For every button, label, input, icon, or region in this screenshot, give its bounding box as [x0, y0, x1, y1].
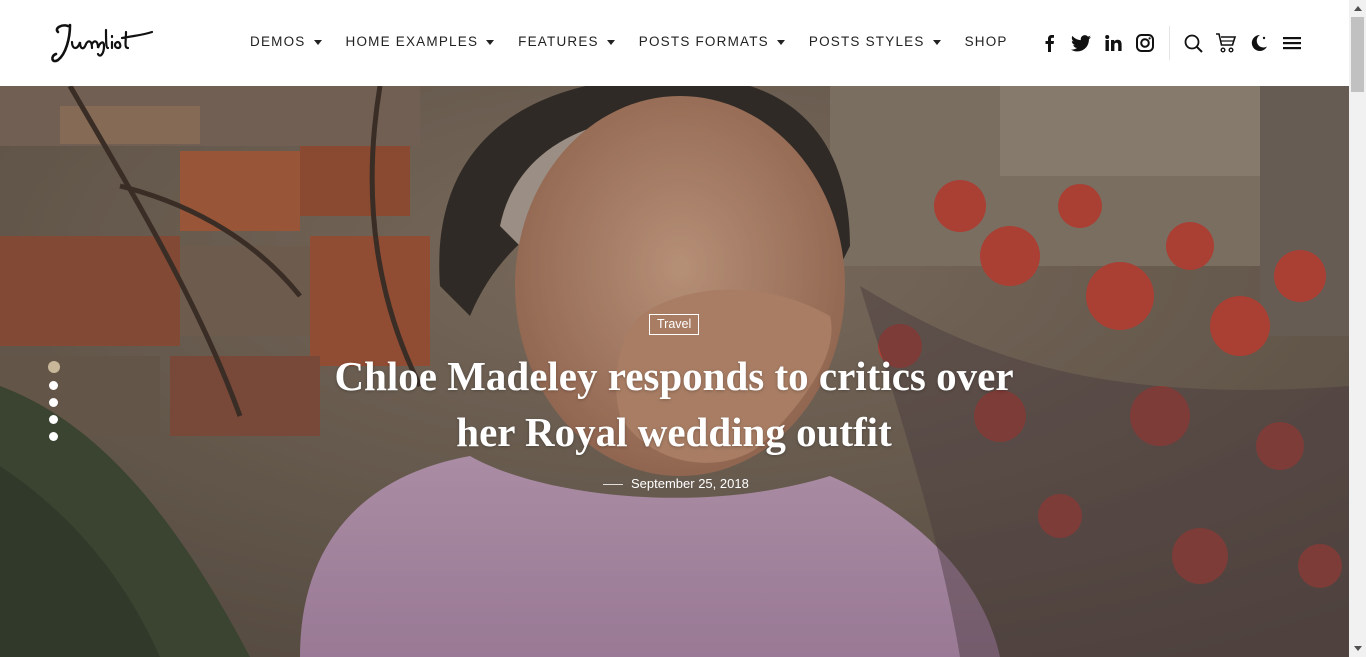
dark-mode-icon[interactable]: [1247, 32, 1271, 54]
logo-wordmark: [51, 23, 154, 63]
date-divider: [603, 483, 623, 485]
site-logo[interactable]: [48, 20, 158, 66]
slider-pagination: [47, 361, 60, 449]
main-nav: DEMOS HOME EXAMPLES FEATURES POSTS FORMA…: [250, 33, 1008, 51]
facebook-icon[interactable]: [1038, 32, 1060, 54]
nav-shop[interactable]: SHOP: [965, 33, 1008, 51]
chevron-down-icon: [932, 39, 941, 45]
nav-features[interactable]: FEATURES: [518, 33, 615, 51]
header-tools: [1181, 32, 1313, 54]
header-divider: [1169, 26, 1170, 60]
chevron-down-icon: [776, 39, 785, 45]
category-badge[interactable]: Travel: [649, 314, 700, 335]
chevron-down-icon: [313, 39, 322, 45]
hero-content: Travel Chloe Madeley responds to critics…: [0, 86, 1349, 657]
post-date: September 25, 2018: [631, 476, 749, 491]
instagram-icon[interactable]: [1134, 32, 1156, 54]
social-links: [1038, 32, 1166, 54]
nav-demos-label: DEMOS: [250, 34, 306, 49]
nav-posts-formats-label: POSTS FORMATS: [638, 34, 769, 49]
slider-dot-5[interactable]: [49, 432, 58, 441]
hero-slider: Travel Chloe Madeley responds to critics…: [0, 86, 1349, 657]
slider-dot-2[interactable]: [49, 381, 58, 390]
scroll-down-arrow[interactable]: [1349, 640, 1366, 657]
nav-features-label: FEATURES: [518, 34, 599, 49]
nav-home-examples[interactable]: HOME EXAMPLES: [346, 33, 495, 51]
search-icon[interactable]: [1181, 32, 1205, 54]
slider-dot-3[interactable]: [49, 398, 58, 407]
chevron-down-icon: [606, 39, 615, 45]
post-title[interactable]: Chloe Madeley responds to critics over h…: [324, 348, 1024, 460]
nav-posts-formats[interactable]: POSTS FORMATS: [639, 33, 785, 51]
menu-icon[interactable]: [1280, 32, 1304, 54]
slider-dot-1[interactable]: [47, 361, 60, 373]
chevron-down-icon: [486, 39, 495, 45]
nav-home-examples-label: HOME EXAMPLES: [345, 34, 479, 49]
nav-posts-styles[interactable]: POSTS STYLES: [809, 33, 941, 51]
scroll-up-arrow[interactable]: [1349, 0, 1366, 17]
cart-icon[interactable]: [1214, 32, 1238, 54]
nav-posts-styles-label: POSTS STYLES: [808, 34, 925, 49]
nav-shop-label: SHOP: [964, 34, 1008, 49]
scrollbar-thumb[interactable]: [1351, 17, 1364, 92]
post-meta: September 25, 2018: [603, 476, 749, 492]
nav-demos[interactable]: DEMOS: [250, 33, 322, 51]
page-scrollbar[interactable]: [1349, 0, 1366, 657]
site-header: DEMOS HOME EXAMPLES FEATURES POSTS FORMA…: [0, 0, 1349, 86]
linkedin-icon[interactable]: [1102, 32, 1124, 54]
slider-dot-4[interactable]: [49, 415, 58, 424]
twitter-icon[interactable]: [1070, 32, 1092, 54]
